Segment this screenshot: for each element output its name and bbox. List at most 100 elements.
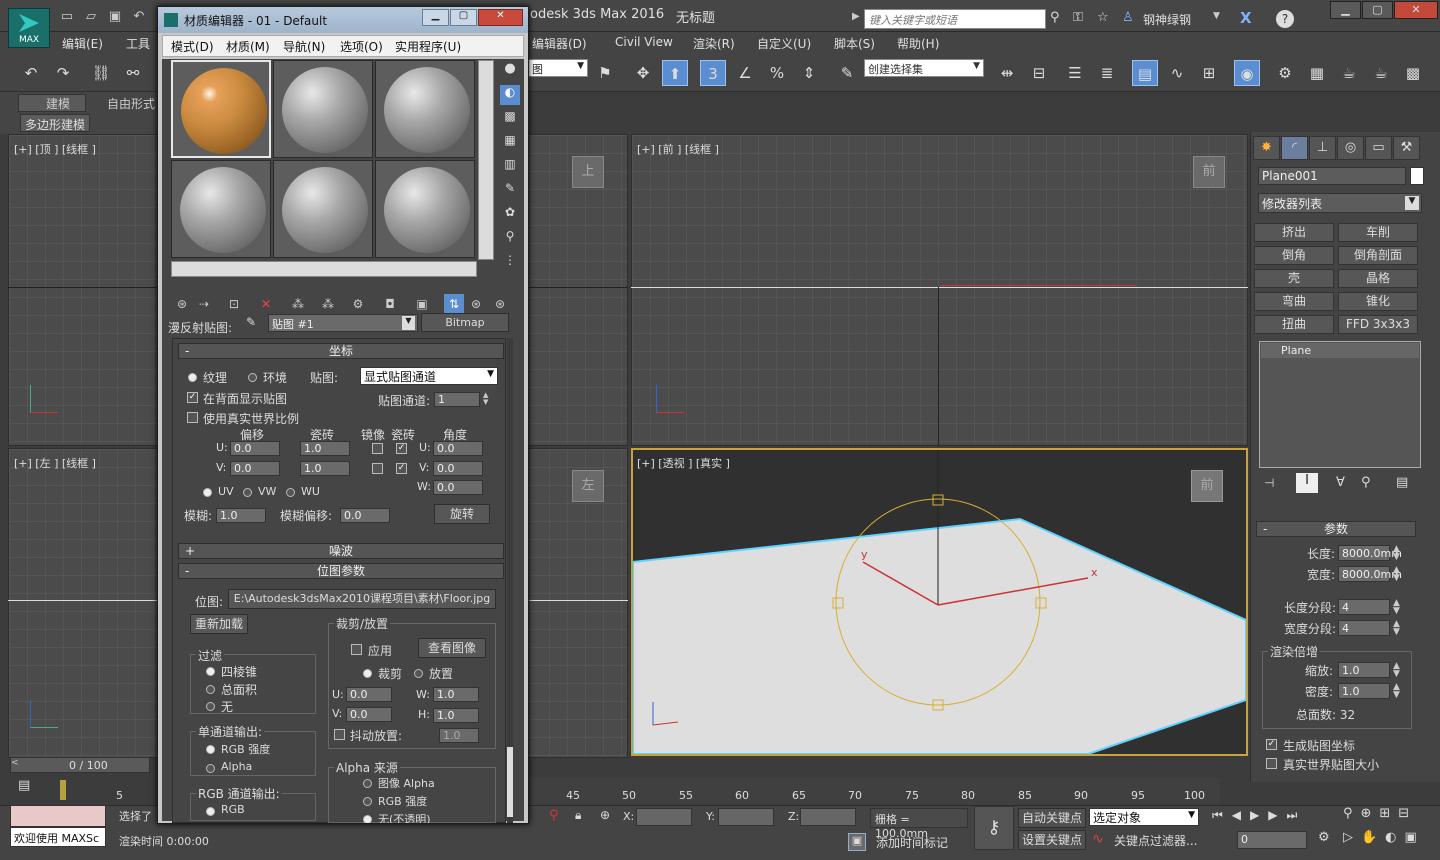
key-set-dropdown[interactable]: 选定对象 ▼ [1089,808,1199,826]
select-by-material-icon[interactable]: ⚲ [500,229,520,249]
put-to-library-icon[interactable]: ⚙ [348,294,368,314]
render-production-icon[interactable]: ☕ [1368,60,1394,86]
environment-radio[interactable] [248,373,257,382]
me-menu-mode[interactable]: 模式(D) [171,38,214,55]
reload-button[interactable]: 重新加载 [190,614,248,634]
binoculars-icon[interactable]: ⚲ [1050,10,1068,25]
crop-h-field[interactable]: 1.0 [433,708,479,723]
bitmap-params-rollout-header[interactable]: - 位图参数 [178,563,504,579]
alpha-none-radio[interactable] [363,815,372,823]
bitmap-path-button[interactable]: E:\Autodesk3dsMax2010课程项目\素材\Floor.jpg [228,589,496,609]
sample-type-icon[interactable]: ● [500,61,520,81]
render-frame-icon[interactable]: ▦ [1304,60,1330,86]
motion-tab-icon[interactable]: ◎ [1337,136,1364,160]
density-spinner-icon[interactable]: ▲ ▼ [1393,683,1400,700]
exchange-icon[interactable]: X [1240,9,1252,27]
hierarchy-tab-icon[interactable]: ⊥ [1309,136,1336,160]
length-segs-field[interactable]: 4 [1338,599,1390,615]
rotate-button[interactable]: 旋转 [434,504,490,524]
density-field[interactable]: 1.0 [1338,683,1390,699]
bevel-profile-button[interactable]: 倒角剖面 [1338,246,1418,265]
material-slot-2[interactable] [273,60,373,158]
jitter-checkbox[interactable] [334,729,345,740]
crop-apply-checkbox[interactable] [351,644,362,655]
vw-radio[interactable] [243,488,252,497]
lathe-button[interactable]: 车削 [1338,223,1418,242]
material-slot-3[interactable] [375,60,475,158]
width-segs-spinner-icon[interactable]: ▲ ▼ [1393,620,1400,637]
material-editor-window[interactable]: 材质编辑器 - 01 - Default ▁ ▢ ✕ 模式(D) 材质(M) 导… [157,6,529,824]
go-forward-sibling-icon[interactable]: ⊛ [490,294,510,314]
lattice-button[interactable]: 晶格 [1338,269,1418,288]
me-menu-options[interactable]: 选项(O) [340,38,383,55]
display-tab-icon[interactable]: ▭ [1365,136,1392,160]
show-shaded-map-icon[interactable]: ▣ [412,294,432,314]
put-to-scene-icon[interactable]: ⇢ [194,294,214,314]
create-tab-icon[interactable]: ✸ [1253,136,1280,160]
u-mirror-checkbox[interactable] [372,443,383,454]
extrude-button[interactable]: 挤出 [1254,223,1334,242]
percent-snap-icon[interactable]: % [764,60,790,86]
current-frame-field[interactable]: 0 [1237,831,1307,849]
viewcube-top[interactable]: 上 [572,156,604,188]
close-button[interactable]: ✕ [1394,1,1438,19]
me-minimize-button[interactable]: ▁ [422,9,449,26]
modify-tab-icon[interactable]: ◜ [1281,136,1308,160]
show-end-result-icon[interactable]: I [1296,473,1318,493]
length-spinner-icon[interactable]: ▲ ▼ [1393,545,1400,562]
viewport-nav-bottom[interactable]: ▷✋◐▣ [1343,830,1438,850]
viewport-left-label[interactable]: [+] [左 ] [线框 ] [14,455,96,471]
select-object-icon[interactable]: ⬆ [662,60,688,86]
slots-vscrollbar[interactable] [478,60,494,260]
layer-manager-icon[interactable]: ☰ [1062,60,1088,86]
user-dropdown-icon[interactable]: ▼ [1213,11,1220,21]
crop-v-field[interactable]: 0.0 [346,707,392,722]
viewcube-perspective[interactable]: 前 [1191,470,1223,502]
time-tag-icon[interactable]: ▣ [848,833,866,851]
crop-u-field[interactable]: 0.0 [346,687,392,702]
ribbon-tab-modeling[interactable]: 建模 [46,95,70,112]
options-icon[interactable]: ✿ [500,205,520,225]
me-menu-material[interactable]: 材质(M) [226,38,270,55]
menu-edit[interactable]: 编辑(E) [62,35,103,52]
go-to-parent-icon[interactable]: ⊛ [466,294,486,314]
menu-tools[interactable]: 工具 [126,35,150,52]
u-tile-checkbox[interactable]: ✓ [396,443,407,454]
isolate-selection-icon[interactable]: ⚲ [549,808,559,823]
scene-explorer-icon[interactable]: ≣ [1094,60,1120,86]
assign-to-selection-icon[interactable]: ⊡ [224,294,244,314]
modifier-stack[interactable] [1259,341,1421,468]
shell-button[interactable]: 壳 [1254,269,1334,288]
noise-rollout-header[interactable]: + 噪波 [178,543,504,559]
material-slot-6[interactable] [375,160,475,258]
remove-modifier-icon[interactable]: ⚲ [1361,475,1371,490]
scale-spinner-icon[interactable]: ▲ ▼ [1393,662,1400,679]
selection-set-dropdown[interactable]: 创建选择集 ▼ [864,59,984,77]
prev-frame-icon[interactable]: < [11,758,21,772]
viewport-top-label[interactable]: [+] [顶 ] [线框 ] [14,141,96,157]
search-input[interactable]: 键入关键字或短语 [864,9,1046,29]
crop-radio[interactable] [363,669,372,678]
me-close-button[interactable]: ✕ [478,9,523,26]
configure-sets-icon[interactable]: ▤ [1396,475,1408,490]
v-tiling-field[interactable]: 1.0 [300,461,350,476]
angle-snap-icon[interactable]: ∠ [732,60,758,86]
twist-button[interactable]: 扭曲 [1254,315,1334,334]
viewport-front-label[interactable]: [+] [前 ] [线框 ] [637,141,719,157]
ribbon-panel-polygon-modeling[interactable]: 多边形建模 [20,114,90,132]
uv-tiling-icon[interactable]: ▦ [500,133,520,153]
map-name-dropdown[interactable]: 贴图 #1 ▼ [268,314,418,332]
time-slider-thumb[interactable] [60,780,66,800]
filter-summed-area-radio[interactable] [206,685,215,694]
me-maximize-button[interactable]: ▢ [450,9,477,26]
alpha-image-radio[interactable] [363,779,372,788]
set-key-button[interactable]: 设置关键点 [1018,830,1086,850]
object-name-field[interactable]: Plane001 [1258,167,1406,185]
subscription-icon[interactable]: ⚿ [1073,10,1091,25]
render-setup-icon[interactable]: ⚙ [1272,60,1298,86]
map-channel-field[interactable]: 1 [434,392,480,407]
material-id-icon[interactable]: ◘ [380,294,400,314]
object-color-swatch[interactable] [1410,167,1424,185]
material-editor-icon[interactable]: ◉ [1234,60,1260,86]
minimize-button[interactable]: ▁ [1330,1,1361,19]
